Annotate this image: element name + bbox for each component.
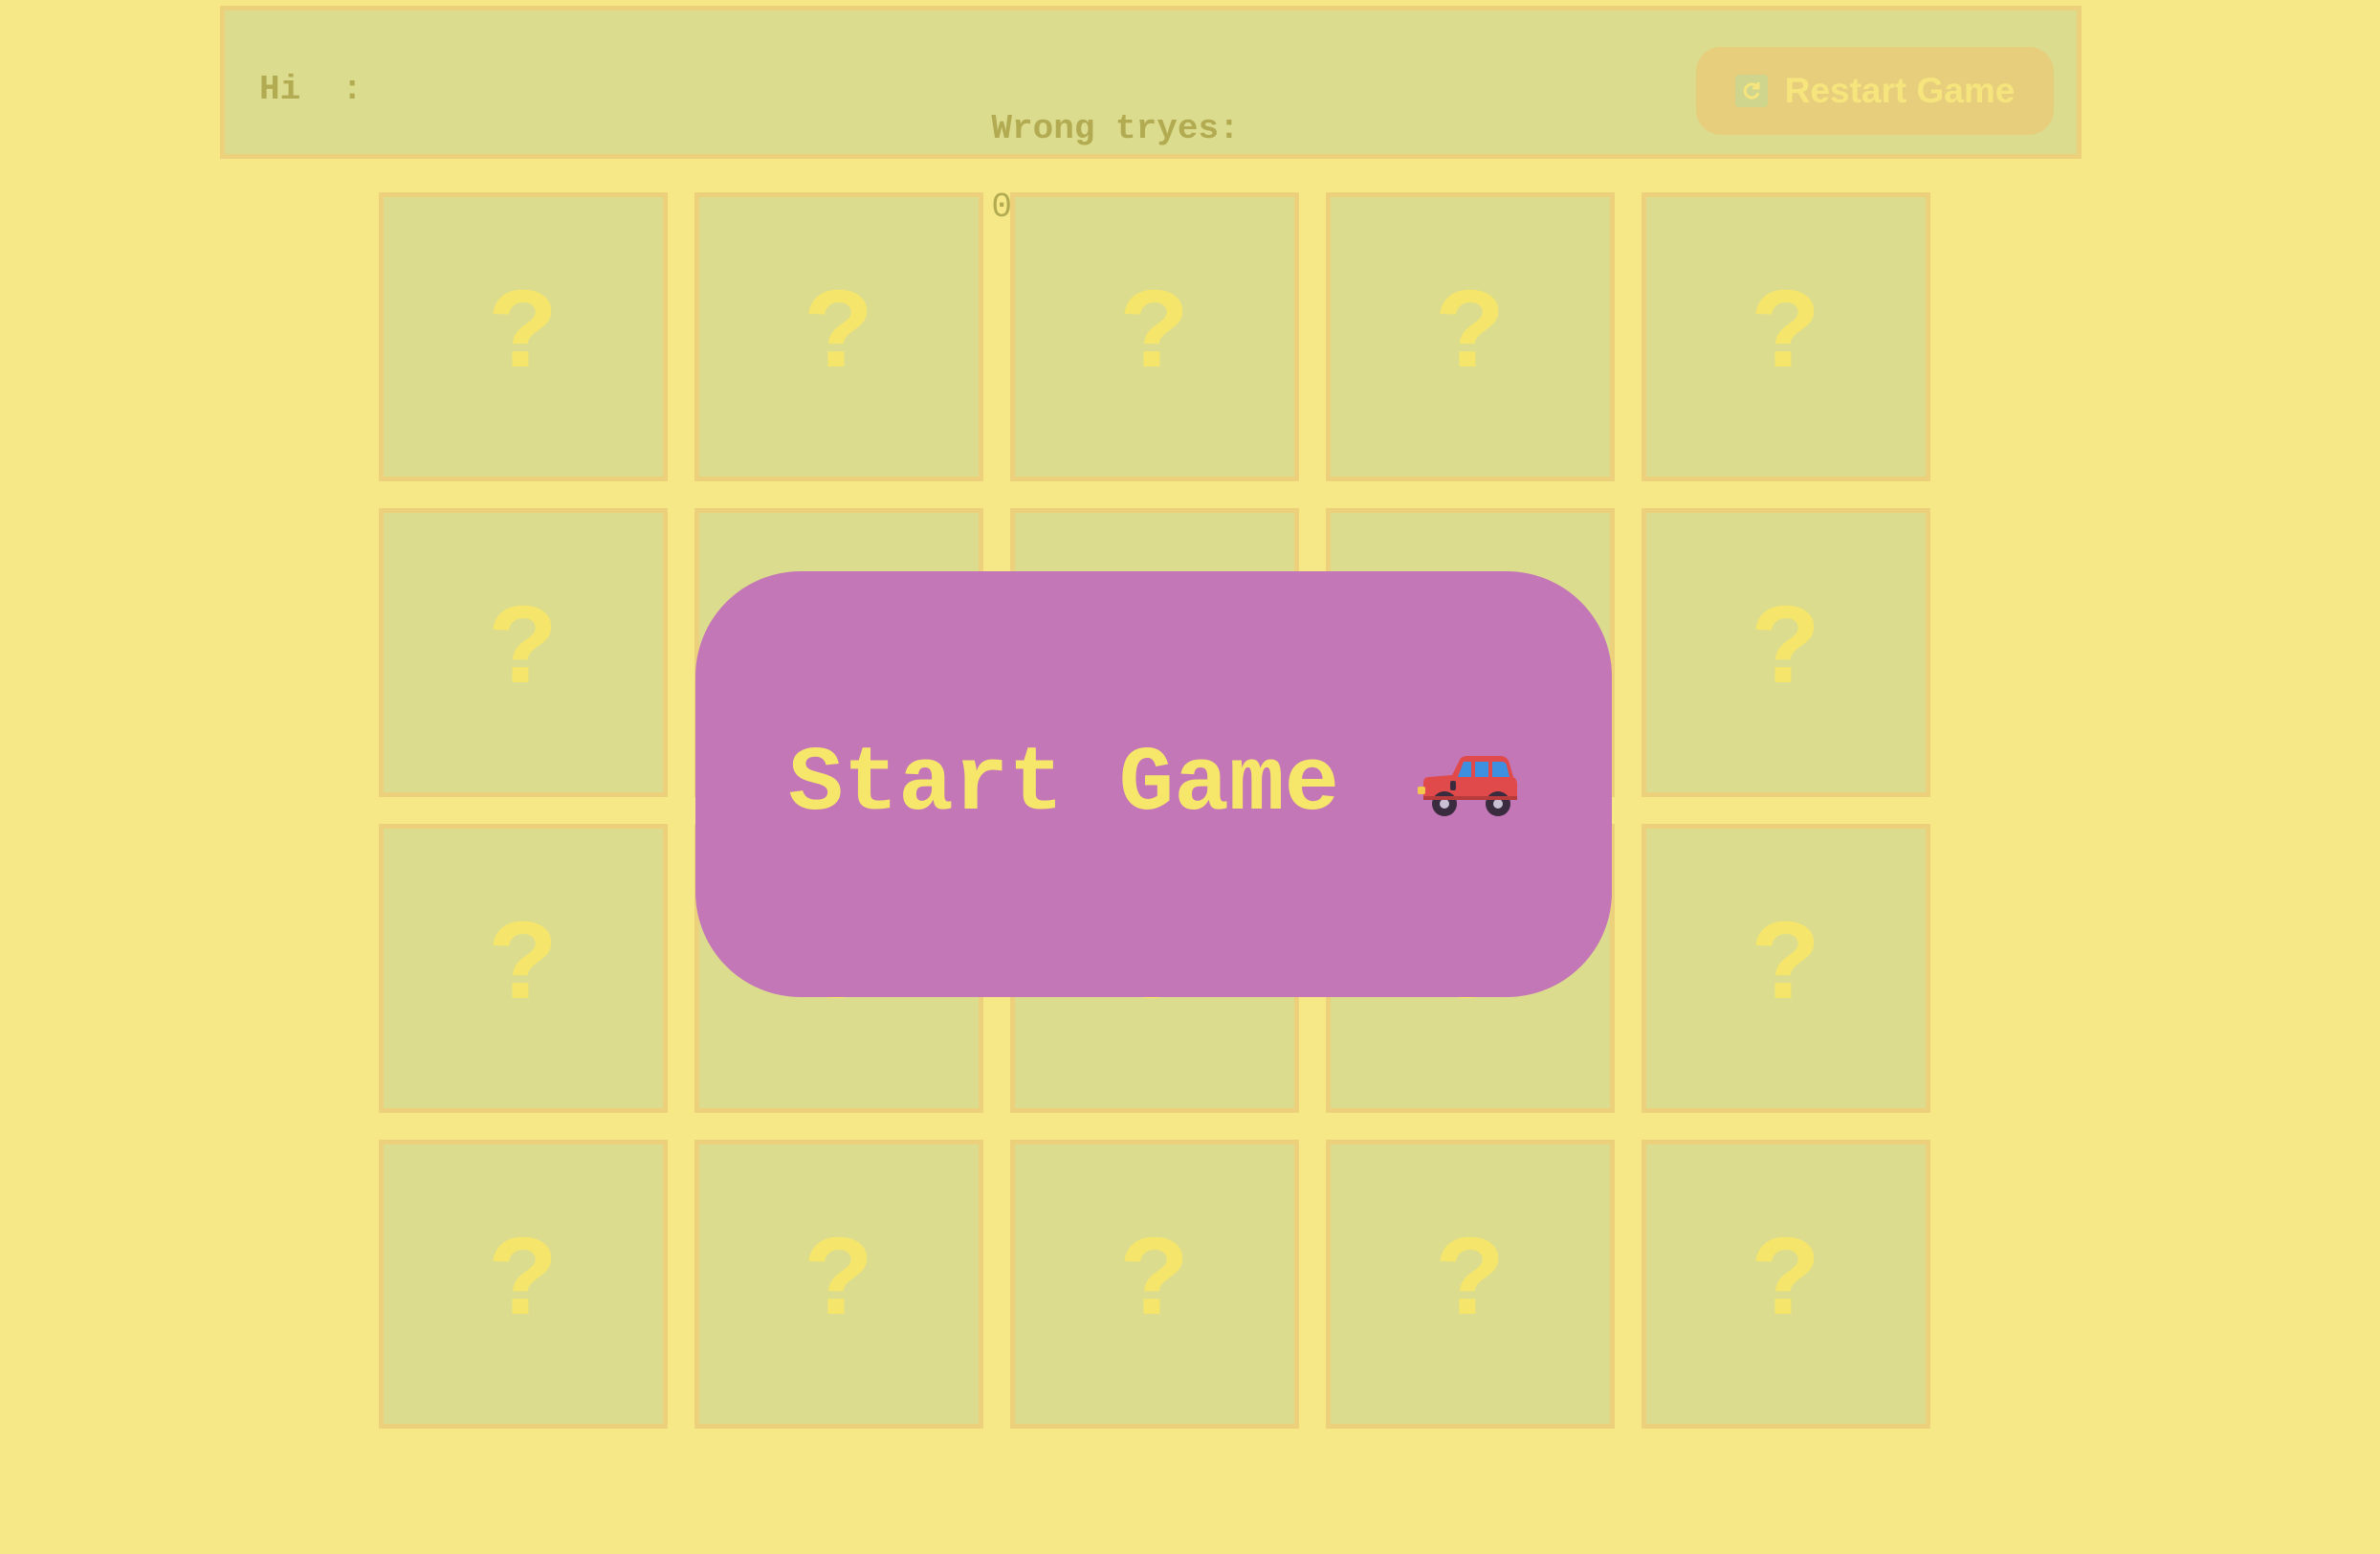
card-hidden-symbol: ? [488, 903, 558, 1033]
memory-card[interactable]: ? [379, 1140, 668, 1429]
memory-card[interactable]: ? [1010, 1140, 1299, 1429]
game-header: Hi : Wrong tryes: 0 Restart Game [220, 6, 2082, 227]
memory-card[interactable]: ? [1642, 824, 1930, 1113]
start-game-button[interactable]: Start Game [695, 571, 1612, 997]
memory-card[interactable]: ? [1642, 192, 1930, 481]
card-hidden-symbol: ? [1751, 1219, 1820, 1349]
memory-card[interactable]: ? [379, 824, 668, 1113]
restart-game-button[interactable]: Restart Game [1696, 47, 2054, 135]
memory-card[interactable]: ? [379, 192, 668, 481]
restart-game-label: Restart Game [1784, 71, 2016, 110]
memory-card[interactable]: ? [379, 508, 668, 797]
card-hidden-symbol: ? [1751, 903, 1820, 1033]
memory-card[interactable]: ? [1326, 192, 1615, 481]
card-hidden-symbol: ? [804, 272, 873, 402]
memory-card[interactable]: ? [1642, 1140, 1930, 1429]
card-hidden-symbol: ? [488, 1219, 558, 1349]
card-hidden-symbol: ? [488, 272, 558, 402]
card-hidden-symbol: ? [1119, 1219, 1189, 1349]
card-hidden-symbol: ? [1435, 272, 1505, 402]
wrong-tries-value: 0 [991, 188, 1013, 227]
refresh-icon [1734, 75, 1768, 107]
wrong-tries-label: Wrong tryes: [991, 109, 1240, 148]
memory-card[interactable]: ? [1642, 508, 1930, 797]
card-hidden-symbol: ? [1119, 272, 1189, 402]
card-hidden-symbol: ? [1751, 588, 1820, 718]
memory-card[interactable]: ? [694, 1140, 983, 1429]
memory-card[interactable]: ? [694, 192, 983, 481]
car-icon [1418, 755, 1518, 816]
card-hidden-symbol: ? [488, 588, 558, 718]
start-game-label: Start Game [787, 732, 1340, 836]
card-hidden-symbol: ? [1751, 272, 1820, 402]
memory-card[interactable]: ? [1326, 1140, 1615, 1429]
card-hidden-symbol: ? [804, 1219, 873, 1349]
memory-card[interactable]: ? [1010, 192, 1299, 481]
card-hidden-symbol: ? [1435, 1219, 1505, 1349]
player-greeting: Hi : [259, 70, 364, 109]
